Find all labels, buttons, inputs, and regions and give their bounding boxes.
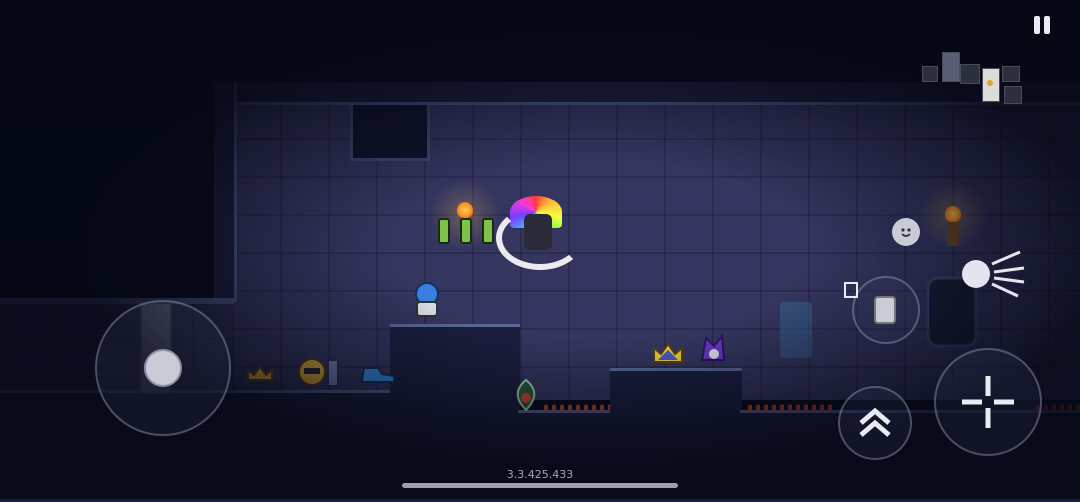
jump-button[interactable] bbox=[838, 386, 912, 460]
purple-crown-icon[interactable] bbox=[652, 340, 684, 364]
energy-pill-icon bbox=[438, 218, 450, 244]
smiley-icon bbox=[901, 228, 911, 237]
torch-flame-icon bbox=[945, 206, 961, 222]
skill-button[interactable] bbox=[946, 242, 1026, 306]
statue-icon bbox=[780, 302, 812, 358]
wall-hole bbox=[350, 102, 430, 161]
dash-orb-icon bbox=[962, 250, 1025, 298]
floor-mid-block bbox=[610, 368, 742, 502]
minimap-room bbox=[922, 66, 938, 82]
floor-pit bbox=[518, 410, 612, 502]
left-wall-column bbox=[214, 82, 237, 302]
home-indicator[interactable] bbox=[402, 483, 678, 488]
pet-egg-icon[interactable] bbox=[410, 282, 444, 320]
pause-icon bbox=[1034, 16, 1040, 34]
armor-set-icon[interactable] bbox=[298, 356, 344, 388]
minimap-room bbox=[942, 52, 960, 82]
version-label: 3.3.425.433 bbox=[506, 468, 574, 481]
weapon-card-icon bbox=[874, 296, 896, 324]
blue-boots-icon[interactable] bbox=[360, 362, 396, 384]
spikes bbox=[744, 404, 832, 412]
weapon-slot-indicator bbox=[844, 282, 858, 298]
torch-flame-icon bbox=[457, 202, 473, 218]
minimap-room bbox=[1004, 86, 1022, 104]
melee-slash-effect bbox=[496, 206, 584, 270]
movement-joystick[interactable] bbox=[95, 300, 231, 436]
crosshair-icon bbox=[962, 376, 1014, 428]
energy-pill-icon bbox=[482, 218, 494, 244]
emote-button[interactable] bbox=[892, 218, 920, 246]
minimap[interactable] bbox=[920, 46, 1024, 106]
double-chevron-up-icon bbox=[859, 407, 891, 437]
pause-icon bbox=[1044, 16, 1050, 34]
pause-button[interactable] bbox=[1032, 16, 1052, 36]
ledge-top bbox=[0, 298, 234, 304]
attack-button[interactable] bbox=[934, 348, 1042, 456]
minimap-player-marker bbox=[987, 80, 993, 86]
minimap-room bbox=[1002, 66, 1020, 82]
joystick-knob-icon[interactable] bbox=[144, 349, 182, 387]
golden-crown-icon[interactable] bbox=[246, 364, 274, 382]
weapon-swap-button[interactable] bbox=[852, 276, 920, 344]
energy-pill-icon bbox=[460, 218, 472, 244]
spikes bbox=[540, 404, 610, 412]
jester-hat-icon[interactable] bbox=[698, 332, 728, 364]
flame-amulet-icon[interactable] bbox=[512, 378, 540, 412]
minimap-room bbox=[960, 64, 980, 84]
